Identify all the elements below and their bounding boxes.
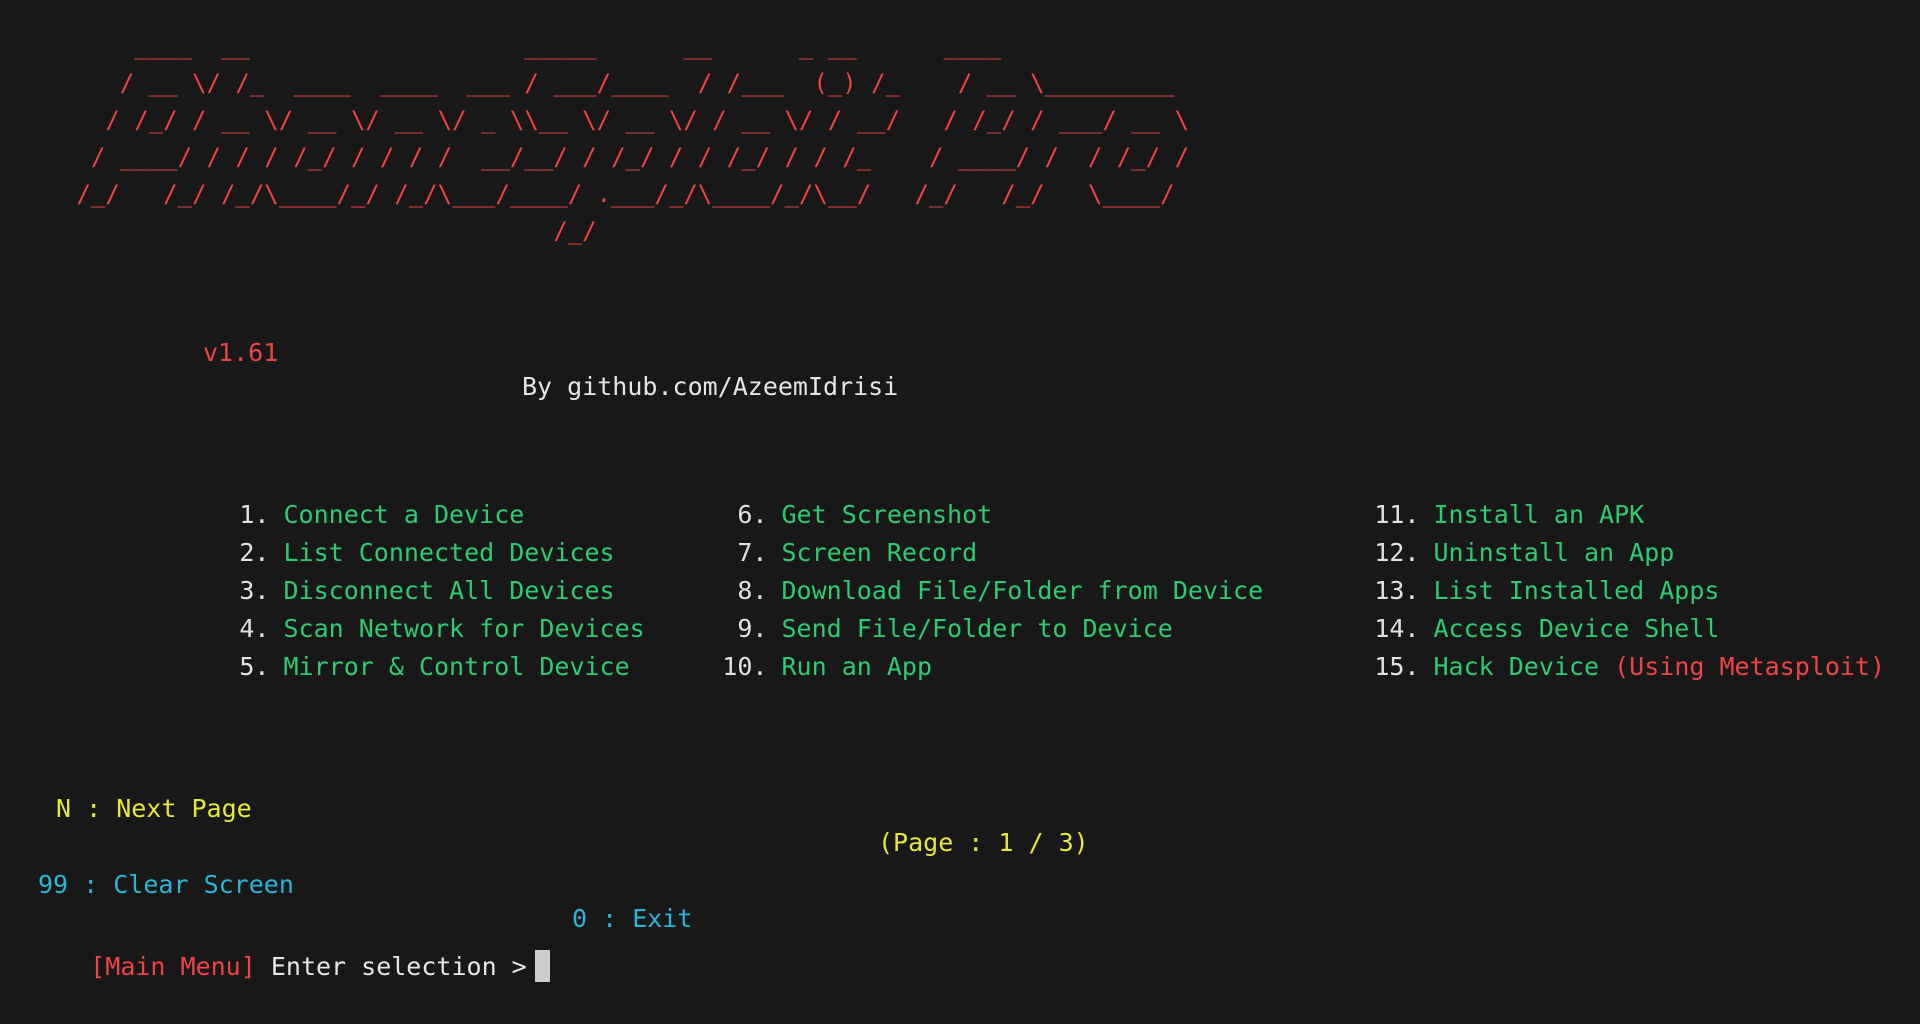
menu-item-2-number: 2: [239, 538, 255, 567]
menu-item-14-number: 14: [1374, 614, 1405, 643]
menu-item-13-dot: .: [1404, 576, 1420, 605]
menu-item-5-label: Mirror & Control Device: [283, 652, 630, 681]
menu-item-10-number: 10: [722, 652, 753, 681]
menu-item-3-label: Disconnect All Devices: [283, 576, 615, 605]
menu-item-3-dot: .: [254, 576, 270, 605]
menu-item-7-label: Screen Record: [781, 538, 978, 567]
menu-item-6-dot: .: [752, 500, 768, 529]
menu-item-12-dot: .: [1404, 538, 1420, 567]
menu-column-2: 6. Get Screenshot 7. Screen Record 8. Downl…: [580, 458, 1264, 681]
menu-item-15-label: Hack Device: [1433, 652, 1615, 681]
menu-item-15-dot: .: [1404, 652, 1420, 681]
menu-item-11[interactable]: 11. Install an APK: [1232, 458, 1885, 529]
menu-item-2-label: List Connected Devices: [283, 538, 615, 567]
menu-item-7-number: 7: [737, 538, 753, 567]
text-cursor: [534, 950, 550, 982]
banner-meta-row: v1.61 By github.com/AzeemIdrisi: [0, 302, 1920, 401]
terminal-window: ____ __ _____ __ _ __ ____ / __ \/ /_ __…: [0, 0, 1920, 985]
menu-item-14-label: Access Device Shell: [1433, 614, 1720, 643]
menu-item-3-number: 3: [239, 576, 255, 605]
menu-item-9-label: Send File/Folder to Device: [781, 614, 1173, 643]
menu-item-1[interactable]: 1. Connect a Device: [82, 458, 645, 529]
menu-item-9-number: 9: [737, 614, 753, 643]
menu-item-12-label: Uninstall an App: [1433, 538, 1675, 567]
menu-item-1-number: 1: [239, 500, 255, 529]
menu-item-13-label: List Installed Apps: [1433, 576, 1720, 605]
menu-item-10-label: Run an App: [781, 652, 932, 681]
version-label: v1.61: [203, 338, 279, 367]
menu-item-8-number: 8: [737, 576, 753, 605]
menu-item-14-dot: .: [1404, 614, 1420, 643]
menu-item-7-dot: .: [752, 538, 768, 567]
menu-column-1: 1. Connect a Device 2. List Connected Devi…: [82, 458, 645, 681]
menu-item-6[interactable]: 6. Get Screenshot: [580, 458, 1263, 529]
menu-item-11-label: Install an APK: [1433, 500, 1645, 529]
menu-item-5-dot: .: [254, 652, 270, 681]
pagination-row: N : Next Page (Page : 1 / 3): [0, 758, 1920, 857]
menu-item-9-dot: .: [752, 614, 768, 643]
exit-option[interactable]: 0 : Exit: [572, 902, 692, 936]
menu-column-3: 11. Install an APK 12. Uninstall an App 13…: [1232, 458, 1885, 681]
menu-item-11-dot: .: [1404, 500, 1420, 529]
menu-item-4-dot: .: [254, 614, 270, 643]
prompt-instruction-label: Enter selection >: [255, 952, 527, 981]
ascii-art-banner: ____ __ _____ __ _ __ ____ / __ \/ /_ __…: [76, 32, 1190, 245]
menu-item-10-dot: .: [752, 652, 768, 681]
menu-item-8-label: Download File/Folder from Device: [781, 576, 1264, 605]
menu-item-8-dot: .: [752, 576, 768, 605]
menu-item-6-number: 6: [737, 500, 753, 529]
utility-row: 99 : Clear Screen 0 : Exit: [0, 834, 1920, 933]
menu-item-15-suffix: (Using Metasploit): [1614, 652, 1886, 681]
menu-item-4-number: 4: [239, 614, 255, 643]
next-page-option[interactable]: N : Next Page: [56, 792, 252, 826]
menu-item-6-label: Get Screenshot: [781, 500, 993, 529]
prompt-context-label: [Main Menu]: [90, 952, 256, 981]
command-prompt[interactable]: [Main Menu] Enter selection >: [30, 910, 550, 982]
menu-item-11-number: 11: [1374, 500, 1405, 529]
clear-screen-option[interactable]: 99 : Clear Screen: [38, 868, 294, 902]
author-credit: By github.com/AzeemIdrisi: [522, 372, 899, 401]
main-menu: 1. Connect a Device 2. List Connected Devi…: [0, 458, 1920, 681]
menu-item-12-number: 12: [1374, 538, 1405, 567]
menu-item-13-number: 13: [1374, 576, 1405, 605]
menu-item-1-dot: .: [254, 500, 270, 529]
menu-item-1-label: Connect a Device: [283, 500, 525, 529]
menu-item-5-number: 5: [239, 652, 255, 681]
menu-item-2-dot: .: [254, 538, 270, 567]
menu-item-15-number: 15: [1374, 652, 1405, 681]
